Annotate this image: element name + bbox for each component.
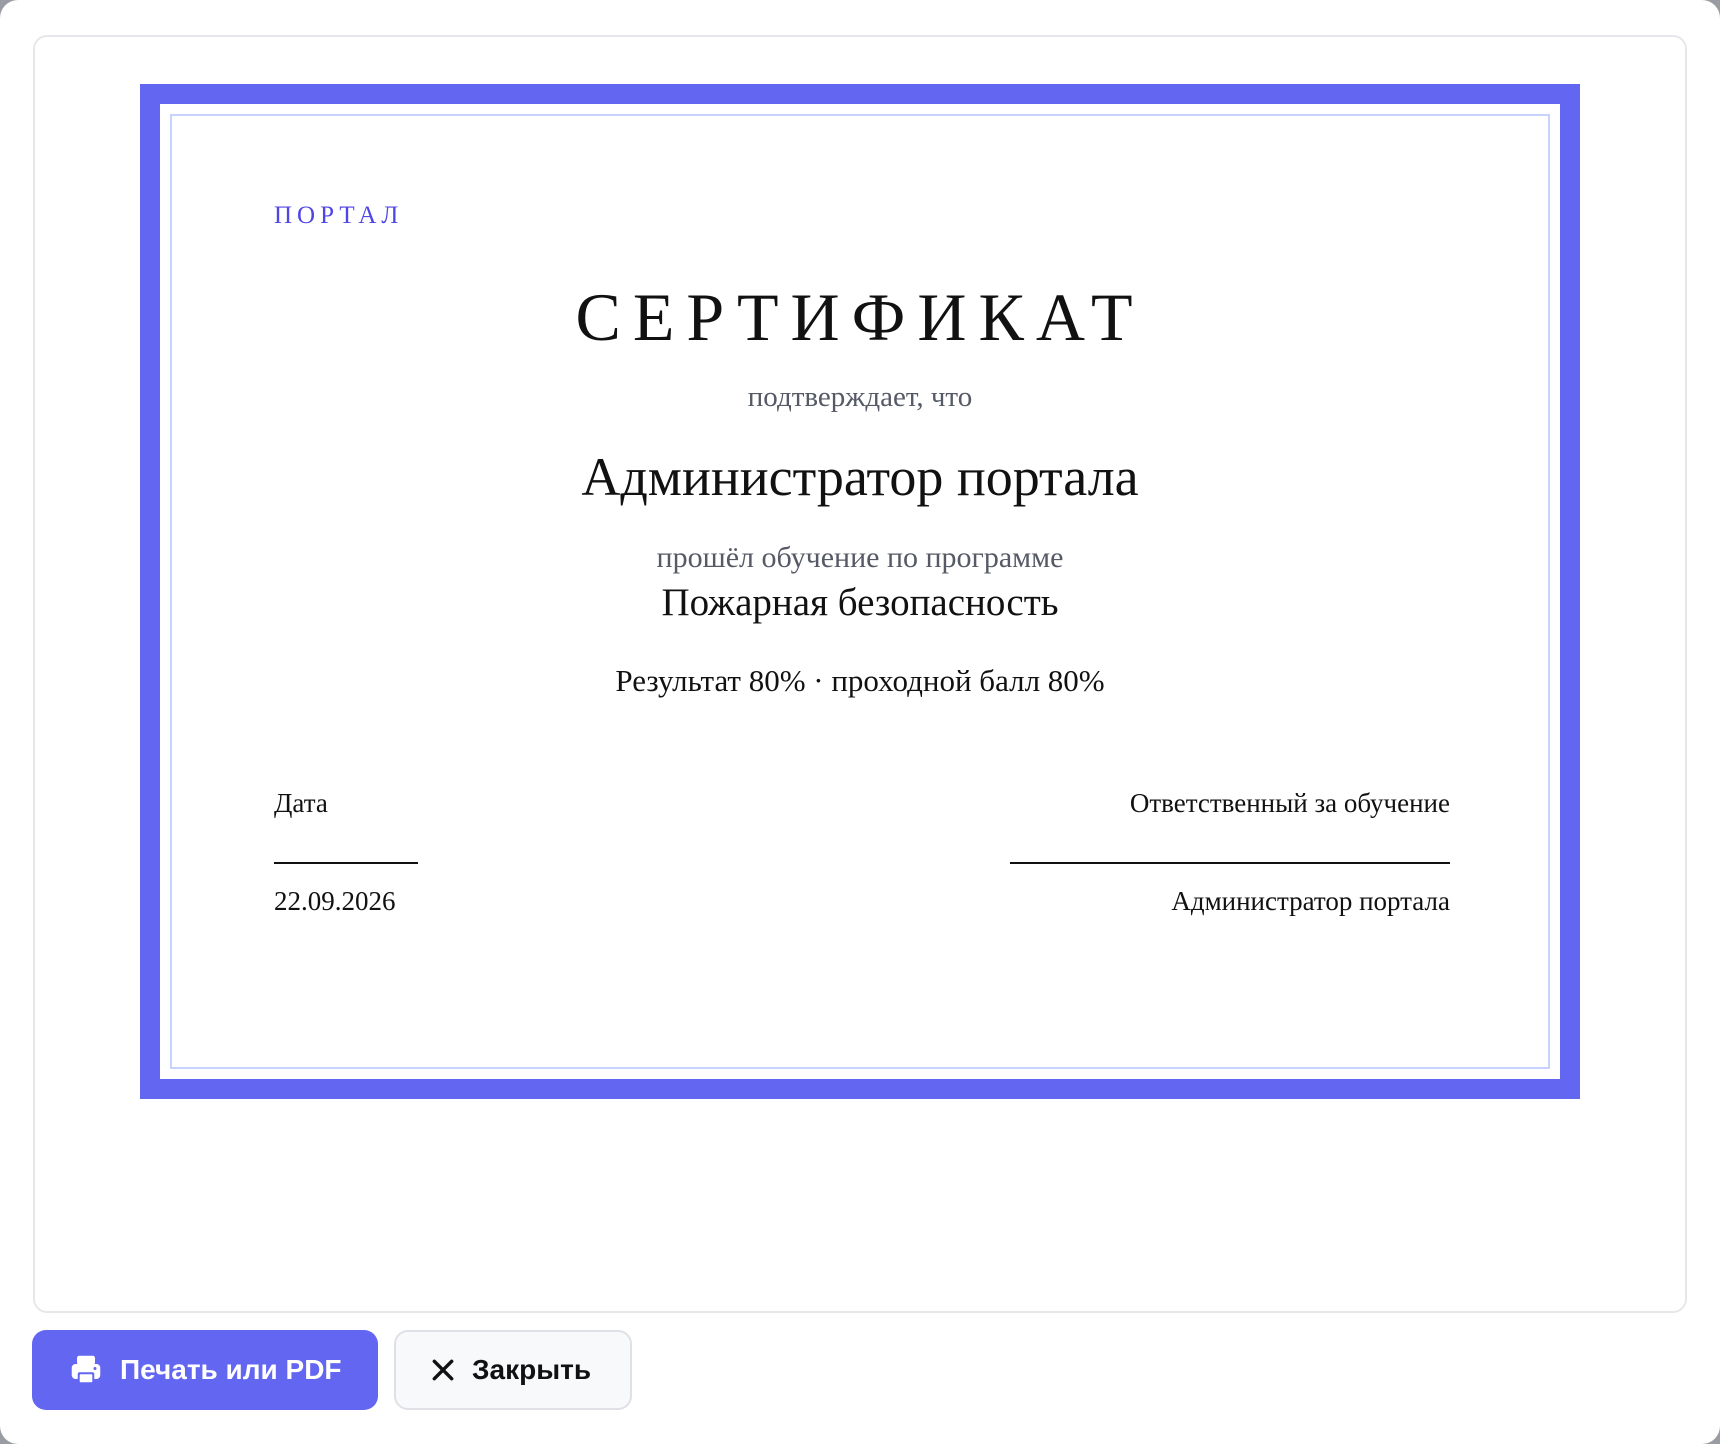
certificate-paper: ПОРТАЛ СЕРТИФИКАТ подтверждает, что Адми…	[160, 104, 1560, 1079]
certificate: ПОРТАЛ СЕРТИФИКАТ подтверждает, что Адми…	[140, 84, 1580, 1099]
signature-line	[1010, 862, 1450, 864]
certificate-confirms-text: подтверждает, что	[747, 381, 973, 413]
printer-icon	[68, 1352, 104, 1388]
certificate-program: Пожарная безопасность	[661, 581, 1059, 624]
print-button[interactable]: Печать или PDF	[32, 1330, 378, 1410]
date-label: Дата	[274, 788, 328, 818]
certificate-brand: ПОРТАЛ	[274, 202, 404, 229]
print-button-label: Печать или PDF	[120, 1354, 342, 1385]
responsible-value: Администратор портала	[1171, 886, 1450, 916]
close-icon	[430, 1357, 456, 1383]
certificate-result: Результат 80% · проходной балл 80%	[615, 663, 1105, 698]
certificate-modal: ПОРТАЛ СЕРТИФИКАТ подтверждает, что Адми…	[0, 0, 1720, 1444]
certificate-completed-text: прошёл обучение по программе	[656, 541, 1064, 574]
date-value: 22.09.2026	[274, 886, 396, 916]
close-button-label: Закрыть	[472, 1354, 592, 1385]
certificate-inner-border: ПОРТАЛ СЕРТИФИКАТ подтверждает, что Адми…	[170, 114, 1550, 1069]
certificate-title: СЕРТИФИКАТ	[575, 279, 1145, 355]
modal-actions: Печать или PDF Закрыть	[32, 1330, 632, 1410]
certificate-recipient: Администратор портала	[581, 447, 1139, 507]
date-line	[274, 862, 418, 864]
close-button[interactable]: Закрыть	[394, 1330, 632, 1410]
responsible-label: Ответственный за обучение	[1129, 788, 1450, 818]
